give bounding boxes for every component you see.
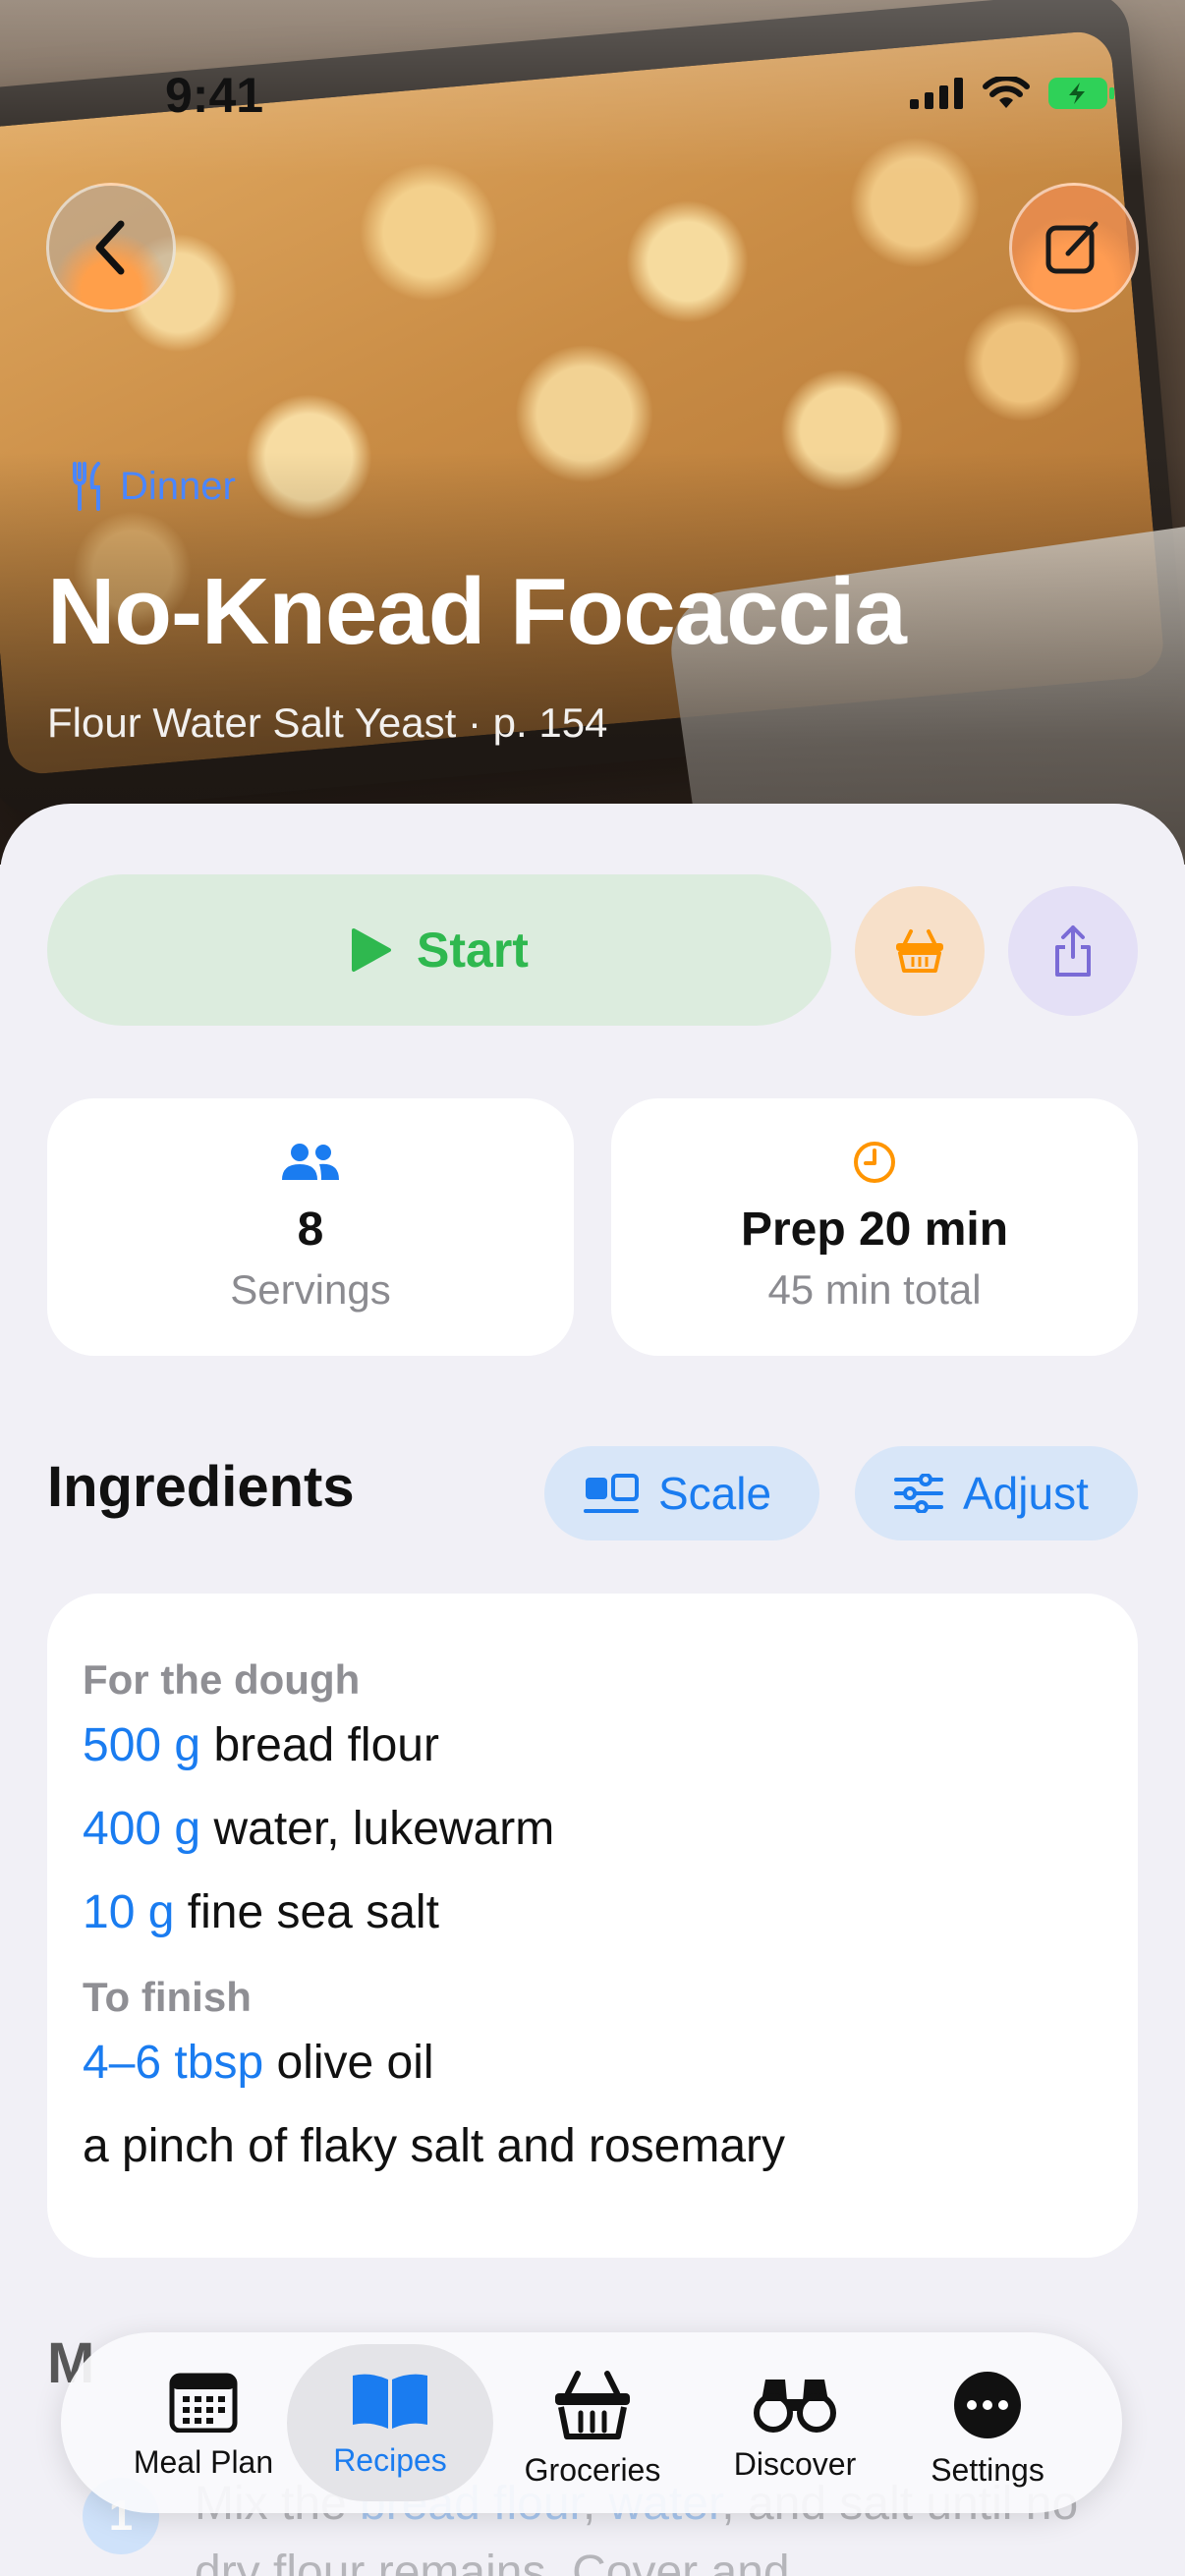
servings-label: Servings xyxy=(230,1266,391,1313)
ingredient-item[interactable]: 500 g bread flour xyxy=(83,1704,1102,1787)
tab-bar: Meal Plan Recipes Groceries Discover Set… xyxy=(61,2332,1122,2513)
adjust-label: Adjust xyxy=(963,1468,1089,1519)
adjust-button[interactable]: Adjust xyxy=(855,1446,1138,1540)
tab-recipes[interactable]: Recipes xyxy=(287,2344,493,2501)
play-icon xyxy=(352,928,392,972)
ingredients-card: For the dough 500 g bread flour 400 g wa… xyxy=(47,1594,1138,2258)
ingredient-item[interactable]: 400 g water, lukewarm xyxy=(83,1787,1102,1871)
scale-icon xyxy=(584,1474,639,1513)
basket-icon xyxy=(896,929,943,973)
back-button[interactable] xyxy=(46,183,176,312)
ingredient-group-heading: For the dough xyxy=(83,1656,361,1703)
signal-icon xyxy=(910,78,963,109)
ingredient-name: bread flour xyxy=(200,1719,439,1771)
ingredients-heading: Ingredients xyxy=(47,1455,355,1519)
tab-label: Settings xyxy=(931,2452,1044,2488)
edit-icon xyxy=(1045,221,1099,274)
start-label: Start xyxy=(417,923,529,978)
scale-label: Scale xyxy=(658,1468,772,1519)
recipe-title: No-Knead Focaccia xyxy=(47,559,907,664)
calendar-icon xyxy=(169,2373,238,2433)
servings-card[interactable]: 8 Servings xyxy=(47,1098,574,1356)
tab-discover[interactable]: Discover xyxy=(692,2344,898,2501)
battery-icon xyxy=(1048,78,1114,109)
ingredient-name: water, lukewarm xyxy=(200,1803,555,1855)
book-icon xyxy=(353,2374,427,2429)
ingredient-item[interactable]: 10 g fine sea salt xyxy=(83,1871,1102,1954)
binoculars-icon xyxy=(754,2380,836,2433)
tab-meal-plan[interactable]: Meal Plan xyxy=(100,2344,307,2501)
time-card[interactable]: Prep 20 min 45 min total xyxy=(611,1098,1138,1356)
wifi-icon xyxy=(983,77,1030,108)
basket-icon xyxy=(555,2371,630,2439)
fork-knife-icon xyxy=(73,462,100,511)
tab-label: Groceries xyxy=(524,2452,661,2488)
ingredient-quantity: 500 g xyxy=(83,1719,201,1771)
status-icons xyxy=(910,77,1116,110)
tab-label: Meal Plan xyxy=(133,2444,274,2480)
tab-label: Recipes xyxy=(333,2442,447,2478)
sliders-icon xyxy=(894,1474,943,1513)
prep-time: Prep 20 min xyxy=(740,1204,1009,1256)
share-icon xyxy=(1055,925,1091,977)
clock-icon xyxy=(854,1142,895,1183)
edit-button[interactable] xyxy=(1009,183,1139,312)
servings-value: 8 xyxy=(297,1204,324,1256)
chevron-left-icon xyxy=(95,220,125,275)
status-time: 9:41 xyxy=(165,68,264,123)
total-time: 45 min total xyxy=(767,1266,982,1313)
ingredient-name: a pinch of flaky salt and rosemary xyxy=(83,2120,786,2172)
add-to-groceries-button[interactable] xyxy=(855,886,985,1016)
ellipsis-icon xyxy=(954,2372,1021,2438)
tab-settings[interactable]: Settings xyxy=(884,2344,1091,2501)
ingredient-item[interactable]: 4–6 tbsp olive oil xyxy=(83,2021,1102,2104)
tab-label: Discover xyxy=(733,2446,857,2482)
ingredient-item[interactable]: a pinch of flaky salt and rosemary xyxy=(83,2104,1102,2188)
category-label: Dinner xyxy=(71,462,236,511)
category-text: Dinner xyxy=(120,464,236,508)
ingredient-quantity: 4–6 tbsp xyxy=(83,2037,264,2089)
share-button[interactable] xyxy=(1008,886,1138,1016)
ingredient-quantity: 400 g xyxy=(83,1803,201,1855)
ingredient-group-heading: To finish xyxy=(83,1974,252,2020)
tab-groceries[interactable]: Groceries xyxy=(489,2344,696,2501)
ingredient-name: olive oil xyxy=(263,2037,434,2089)
people-icon xyxy=(282,1144,339,1180)
ingredient-name: fine sea salt xyxy=(174,1886,439,1938)
scale-button[interactable]: Scale xyxy=(544,1446,819,1540)
ingredient-quantity: 10 g xyxy=(83,1886,175,1938)
recipe-source: Flour Water Salt Yeast · p. 154 xyxy=(47,700,608,746)
start-button[interactable]: Start xyxy=(47,874,831,1026)
